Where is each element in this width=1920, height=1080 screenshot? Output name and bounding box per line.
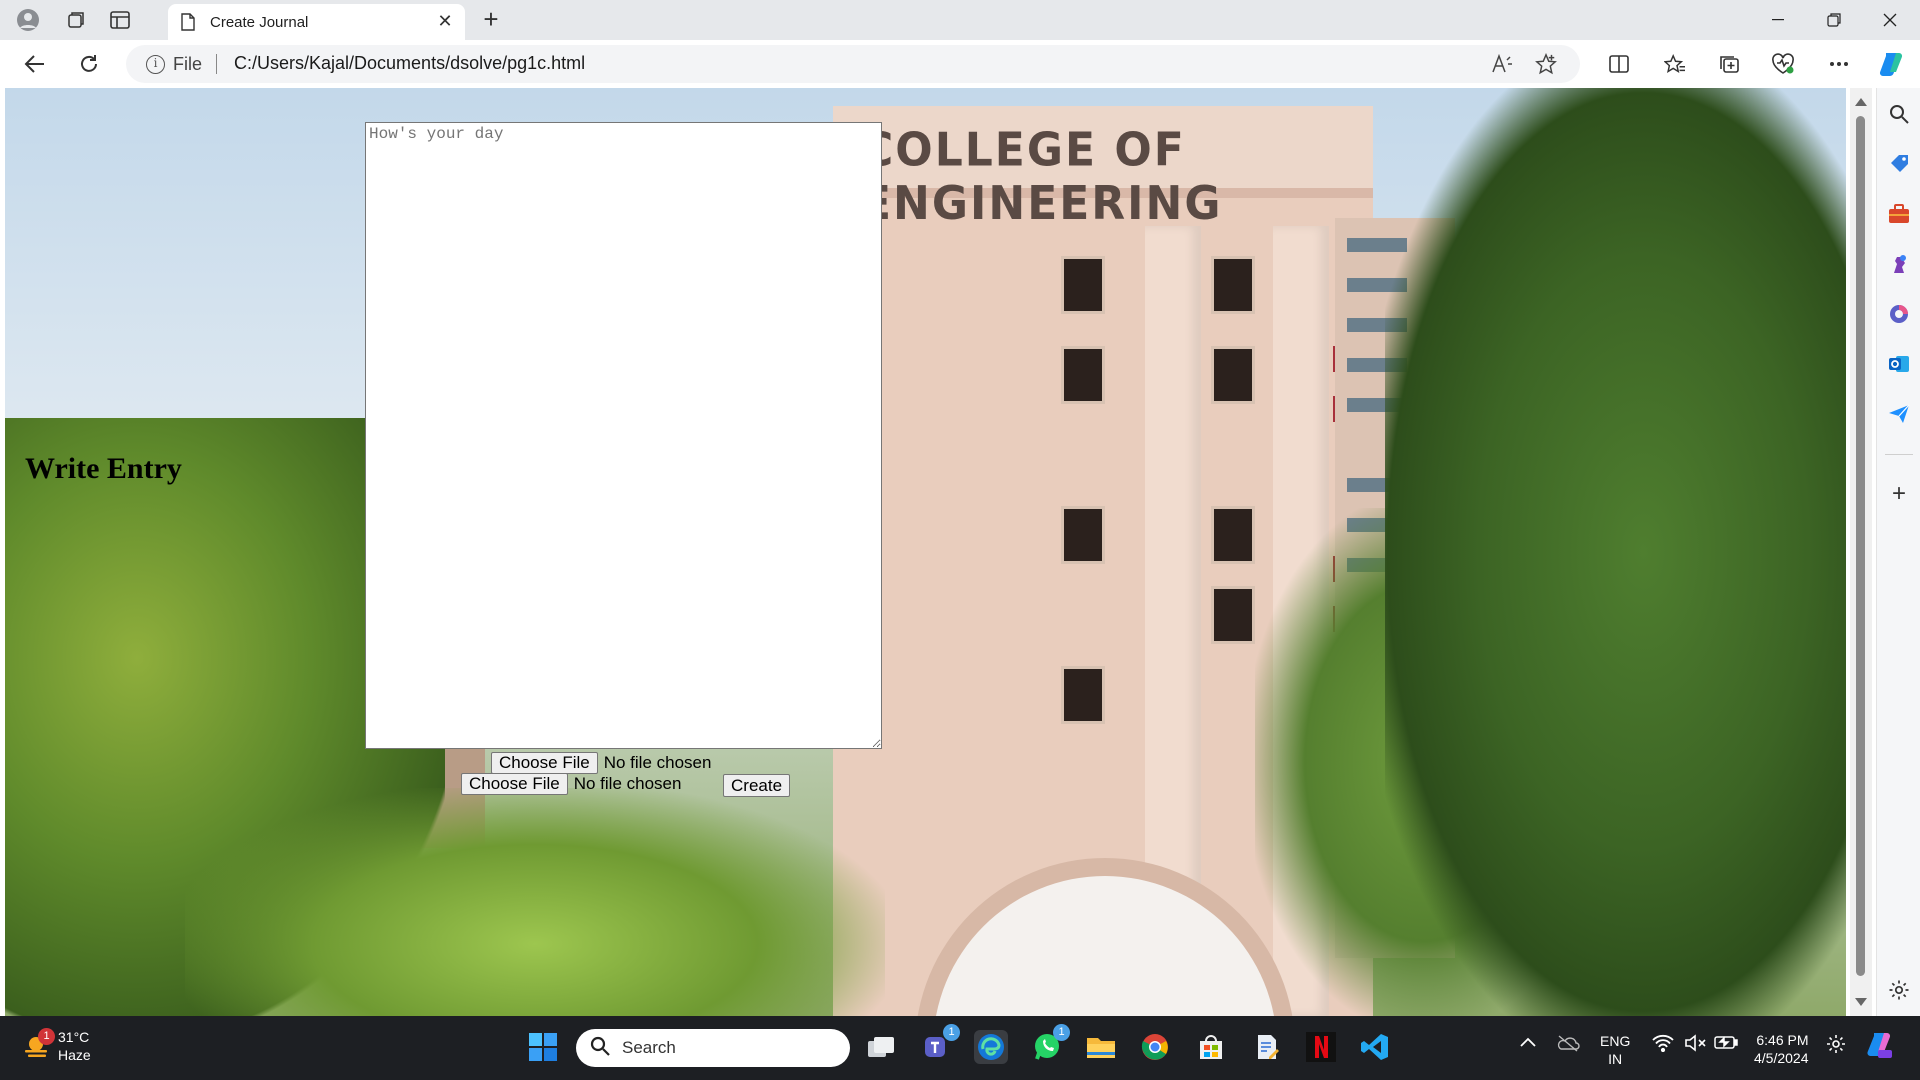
choose-file-button[interactable]: Choose File (491, 752, 598, 774)
vertical-scrollbar[interactable] (1850, 88, 1872, 1016)
sun-haze-icon: 1 (22, 1028, 55, 1060)
journal-entry-textarea[interactable] (365, 122, 882, 749)
browser-toolbar: i File C:/Users/Kajal/Documents/dsolve/p… (0, 40, 1920, 88)
vscode-icon[interactable] (1358, 1030, 1392, 1064)
trees (1385, 88, 1846, 1016)
battery-icon[interactable] (1714, 1034, 1738, 1053)
scrollbar-thumb[interactable] (1856, 116, 1865, 976)
favorites-icon[interactable] (1660, 50, 1690, 78)
onedrive-icon[interactable] (1556, 1034, 1580, 1055)
file-status: No file chosen (603, 753, 712, 772)
file-input-1[interactable]: Choose File No file chosen (491, 752, 711, 774)
clock-date: 4/5/2024 (1754, 1050, 1809, 1066)
address-bar[interactable]: i File C:/Users/Kajal/Documents/dsolve/p… (126, 45, 1580, 83)
outlook-icon[interactable] (1887, 352, 1911, 376)
profile-icon[interactable] (14, 7, 42, 33)
send-icon[interactable] (1887, 402, 1911, 426)
info-icon: i (146, 54, 165, 74)
search-icon (590, 1036, 610, 1061)
m365-icon[interactable] (1887, 302, 1911, 326)
lang-code: ENG (1600, 1033, 1631, 1049)
speaker-muted-icon[interactable] (1684, 1034, 1706, 1055)
settings-icon[interactable] (1887, 978, 1911, 1002)
minimize-icon[interactable] (1750, 0, 1806, 40)
building-sign-text: COLLEGE OF ENGINEERING (861, 123, 1223, 231)
collections-icon[interactable] (1714, 50, 1744, 78)
sidebar-divider (1885, 454, 1913, 455)
windows-start-icon[interactable] (526, 1030, 560, 1064)
page-icon (180, 13, 198, 31)
taskbar-search-input[interactable]: Search (576, 1029, 850, 1067)
weather-desc: Haze (58, 1047, 91, 1063)
games-icon[interactable] (1887, 252, 1911, 276)
weather-temp: 31°C (58, 1029, 90, 1045)
edge-sidebar: + (1876, 88, 1920, 1016)
task-view-icon[interactable] (864, 1030, 898, 1064)
building-sign: COLLEGE OF ENGINEERING (833, 106, 1373, 231)
trees (185, 788, 885, 1016)
copilot-taskbar-icon[interactable] (1864, 1030, 1894, 1063)
windows-taskbar: 1 31°C Haze Search 1 1 ENG IN 6:46 PM 4/… (0, 1016, 1920, 1080)
close-icon[interactable]: ✕ (435, 11, 455, 31)
new-tab-icon[interactable]: + (476, 6, 506, 34)
tab-create-journal[interactable]: Create Journal ✕ (168, 4, 465, 40)
chrome-icon[interactable] (1138, 1030, 1172, 1064)
weather-badge: 1 (38, 1028, 55, 1045)
clock-time: 6:46 PM (1756, 1032, 1809, 1048)
search-placeholder: Search (622, 1038, 676, 1057)
tools-icon[interactable] (1887, 202, 1911, 226)
teams-badge: 1 (943, 1024, 960, 1041)
create-button[interactable]: Create (723, 774, 791, 797)
scroll-up-arrow[interactable] (1855, 98, 1867, 106)
address-separator (216, 54, 217, 74)
shopping-icon[interactable] (1887, 152, 1911, 176)
weather-widget[interactable]: 1 31°C Haze (22, 1028, 91, 1064)
page-viewport: COLLEGE OF ENGINEERING Write Entry How's… (5, 88, 1846, 1016)
scroll-down-arrow[interactable] (1855, 998, 1867, 1006)
restore-icon[interactable] (1806, 0, 1862, 40)
sync-icon[interactable] (1826, 1034, 1846, 1057)
more-icon[interactable] (1824, 50, 1854, 78)
split-screen-icon[interactable] (1604, 50, 1634, 78)
back-icon[interactable] (18, 48, 52, 80)
window-close-icon[interactable] (1862, 0, 1918, 40)
chevron-up-icon[interactable] (1520, 1034, 1536, 1050)
language-indicator[interactable]: ENG IN (1600, 1032, 1630, 1068)
file-explorer-icon[interactable] (1084, 1030, 1118, 1064)
notepad-icon[interactable] (1250, 1030, 1284, 1064)
read-aloud-icon[interactable] (1490, 53, 1514, 75)
file-status: No file chosen (573, 774, 682, 793)
background-photo: COLLEGE OF ENGINEERING (5, 88, 1846, 1016)
choose-file-button[interactable]: Choose File (461, 773, 568, 795)
edge-icon[interactable] (974, 1030, 1008, 1064)
workspaces-icon[interactable] (62, 7, 90, 33)
file-input-2[interactable]: Choose File No file chosen (461, 773, 681, 795)
netflix-icon[interactable] (1304, 1030, 1338, 1064)
favorite-star-icon[interactable] (1534, 53, 1558, 75)
url-text[interactable]: C:/Users/Kajal/Documents/dsolve/pg1c.htm… (234, 53, 585, 74)
browser-essentials-icon[interactable] (1768, 50, 1798, 78)
add-icon[interactable]: + (1887, 480, 1911, 507)
teams-icon[interactable]: 1 (920, 1024, 960, 1064)
vertical-tabs-icon[interactable] (106, 7, 134, 33)
whatsapp-icon[interactable]: 1 (1030, 1024, 1070, 1064)
search-icon[interactable] (1887, 102, 1911, 126)
site-info-label: File (173, 53, 203, 74)
refresh-icon[interactable] (72, 48, 106, 80)
browser-tab-bar: Create Journal ✕ + (0, 0, 1920, 40)
wifi-icon[interactable] (1652, 1034, 1674, 1055)
system-clock[interactable]: 6:46 PM 4/5/2024 (1754, 1031, 1809, 1067)
page-heading: Write Entry (25, 452, 182, 485)
site-info-button[interactable]: i File (146, 54, 202, 74)
whatsapp-badge: 1 (1053, 1024, 1070, 1041)
tab-title: Create Journal (210, 14, 309, 31)
lang-region: IN (1608, 1051, 1623, 1067)
copilot-icon[interactable] (1876, 50, 1906, 78)
store-icon[interactable] (1194, 1030, 1228, 1064)
